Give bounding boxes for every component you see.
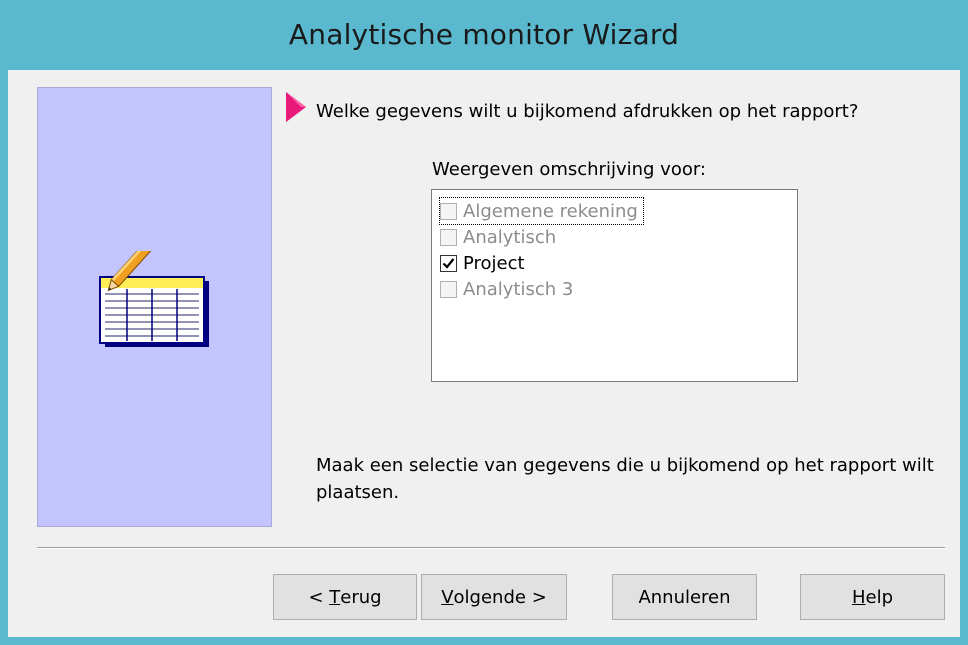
divider <box>37 547 945 549</box>
back-button-label-rest: erug <box>340 586 382 608</box>
instruction-text: Maak een selectie van gegevens die u bij… <box>316 455 934 503</box>
description-checklist[interactable]: Algemene rekening Analytisch Project Ana… <box>431 189 798 382</box>
list-item-label: Analytisch 3 <box>463 278 574 300</box>
window-title: Analytische monitor Wizard <box>288 18 680 51</box>
list-item-label: Project <box>463 252 525 274</box>
checkbox-checked-icon[interactable] <box>440 254 457 272</box>
list-item-analytisch-3[interactable]: Analytisch 3 <box>440 276 573 302</box>
next-button[interactable]: Volgende > <box>421 574 567 620</box>
back-button-mnemonic: T <box>329 586 341 608</box>
cancel-button[interactable]: Annuleren <box>612 574 757 620</box>
question-text: Welke gegevens wilt u bijkomend afdrukke… <box>316 101 859 122</box>
list-item-label: Algemene rekening <box>463 200 638 222</box>
list-item-label: Analytisch <box>463 226 557 248</box>
back-button[interactable]: < Terug <box>273 574 417 620</box>
table-with-pencil-icon <box>99 251 209 347</box>
help-button-label-rest: elp <box>865 586 894 608</box>
next-button-mnemonic: V <box>441 586 454 608</box>
checkbox-unchecked-icon[interactable] <box>440 202 457 220</box>
checkbox-unchecked-icon[interactable] <box>440 280 457 298</box>
cancel-button-label: Annuleren <box>638 586 731 608</box>
list-item-algemene-rekening[interactable]: Algemene rekening <box>439 197 644 225</box>
help-button[interactable]: Help <box>800 574 945 620</box>
pointer-arrow-icon <box>286 92 306 122</box>
help-button-mnemonic: H <box>851 586 866 608</box>
back-button-prefix: < <box>308 586 330 608</box>
list-item-project[interactable]: Project <box>440 250 525 276</box>
next-button-label-rest: olgende > <box>453 586 547 608</box>
list-label: Weergeven omschrijving voor: <box>432 159 706 180</box>
list-item-analytisch[interactable]: Analytisch <box>440 224 556 250</box>
checkbox-unchecked-icon[interactable] <box>440 228 457 246</box>
